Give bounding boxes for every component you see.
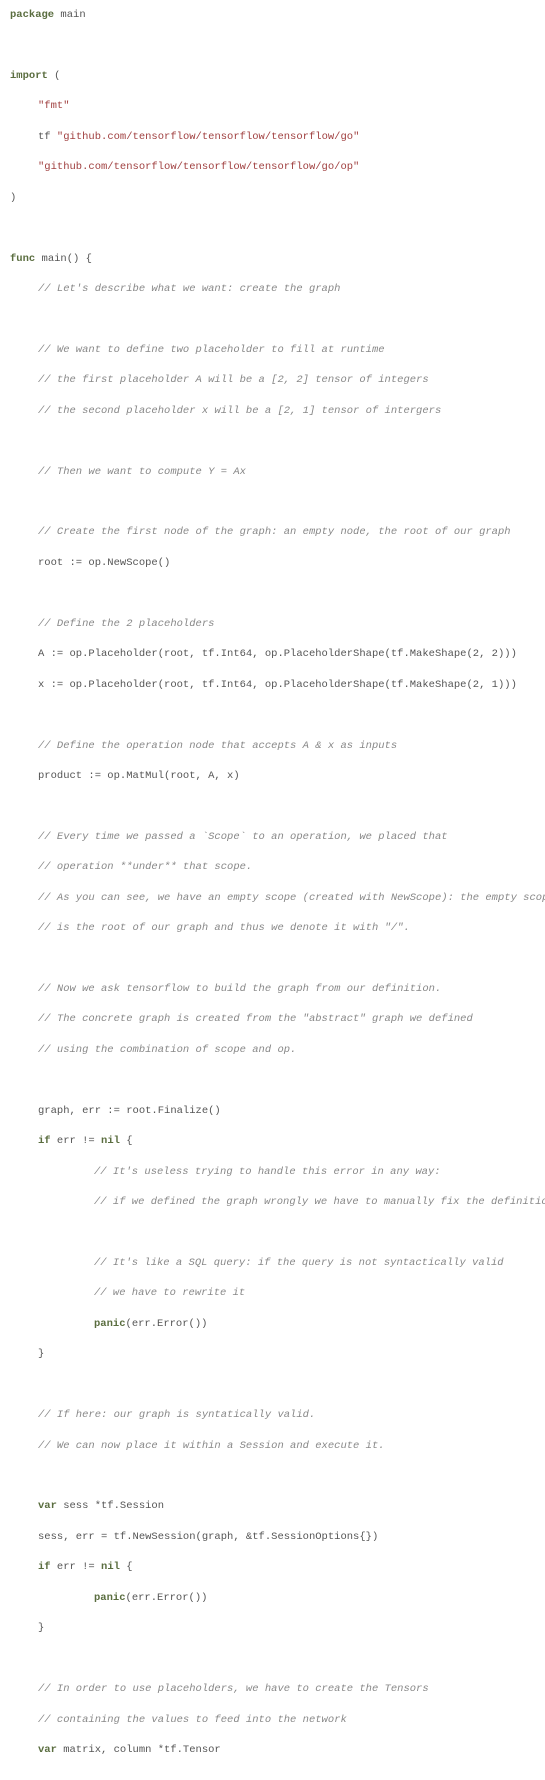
code-line: product := op.MatMul(root, A, x) (38, 770, 240, 782)
brace: } (38, 1348, 44, 1360)
brace: { (86, 253, 92, 265)
code-line: A := op.Placeholder(root, tf.Int64, op.P… (38, 648, 517, 660)
code-line: root := op.NewScope() (38, 557, 170, 569)
paren: ) (10, 192, 16, 204)
comment: // In order to use placeholders, we have… (38, 1683, 429, 1695)
keyword: func (10, 253, 35, 265)
code-line: err != (51, 1561, 101, 1573)
keyword: package (10, 9, 54, 21)
comment: // It's like a SQL query: if the query i… (94, 1257, 504, 1269)
comment: // The concrete graph is created from th… (38, 1013, 473, 1025)
code-block: package main import ( "fmt" tf "github.c… (10, 8, 535, 1780)
comment: // is the root of our graph and thus we … (38, 922, 410, 934)
comment: // Define the operation node that accept… (38, 740, 397, 752)
import-path: "github.com/tensorflow/tensorflow/tensor… (57, 131, 359, 143)
comment: // we have to rewrite it (94, 1287, 245, 1299)
keyword: if (38, 1561, 51, 1573)
code-line: (err.Error()) (126, 1318, 208, 1330)
comment: // the first placeholder A will be a [2,… (38, 374, 429, 386)
keyword: nil (101, 1135, 120, 1147)
comment: // Now we ask tensorflow to build the gr… (38, 983, 441, 995)
comment: // Every time we passed a `Scope` to an … (38, 831, 448, 843)
comment: // If here: our graph is syntatically va… (38, 1409, 315, 1421)
comment: // Then we want to compute Y = Ax (38, 466, 246, 478)
comment: // As you can see, we have an empty scop… (38, 892, 545, 904)
func-name: main() (42, 253, 80, 265)
comment: // Create the first node of the graph: a… (38, 526, 511, 538)
keyword: var (38, 1500, 57, 1512)
keyword: import (10, 70, 48, 82)
comment: // Define the 2 placeholders (38, 618, 214, 630)
code-line: sess *tf.Session (57, 1500, 164, 1512)
import-path: "fmt" (38, 100, 70, 112)
import-alias: tf (38, 131, 51, 143)
comment: // Let's describe what we want: create t… (38, 283, 340, 295)
comment: // using the combination of scope and op… (38, 1044, 296, 1056)
code-line: graph, err := root.Finalize() (38, 1105, 221, 1117)
brace: { (126, 1561, 132, 1573)
paren: ( (54, 70, 60, 82)
code-line: (err.Error()) (126, 1592, 208, 1604)
comment: // the second placeholder x will be a [2… (38, 405, 441, 417)
keyword: nil (101, 1561, 120, 1573)
code-line: err != (51, 1135, 101, 1147)
code-line: sess, err = tf.NewSession(graph, &tf.Ses… (38, 1531, 378, 1543)
keyword: var (38, 1744, 57, 1756)
import-path: "github.com/tensorflow/tensorflow/tensor… (38, 161, 359, 173)
code-line: x := op.Placeholder(root, tf.Int64, op.P… (38, 679, 517, 691)
code-line: matrix, column *tf.Tensor (57, 1744, 221, 1756)
comment: // operation **under** that scope. (38, 861, 252, 873)
comment: // if we defined the graph wrongly we ha… (94, 1196, 545, 1208)
keyword: panic (94, 1318, 126, 1330)
comment: // containing the values to feed into th… (38, 1714, 347, 1726)
keyword: if (38, 1135, 51, 1147)
comment: // We can now place it within a Session … (38, 1440, 385, 1452)
comment: // We want to define two placeholder to … (38, 344, 385, 356)
keyword: panic (94, 1592, 126, 1604)
brace: } (38, 1622, 44, 1634)
package-name: main (60, 9, 85, 21)
brace: { (126, 1135, 132, 1147)
comment: // It's useless trying to handle this er… (94, 1166, 441, 1178)
